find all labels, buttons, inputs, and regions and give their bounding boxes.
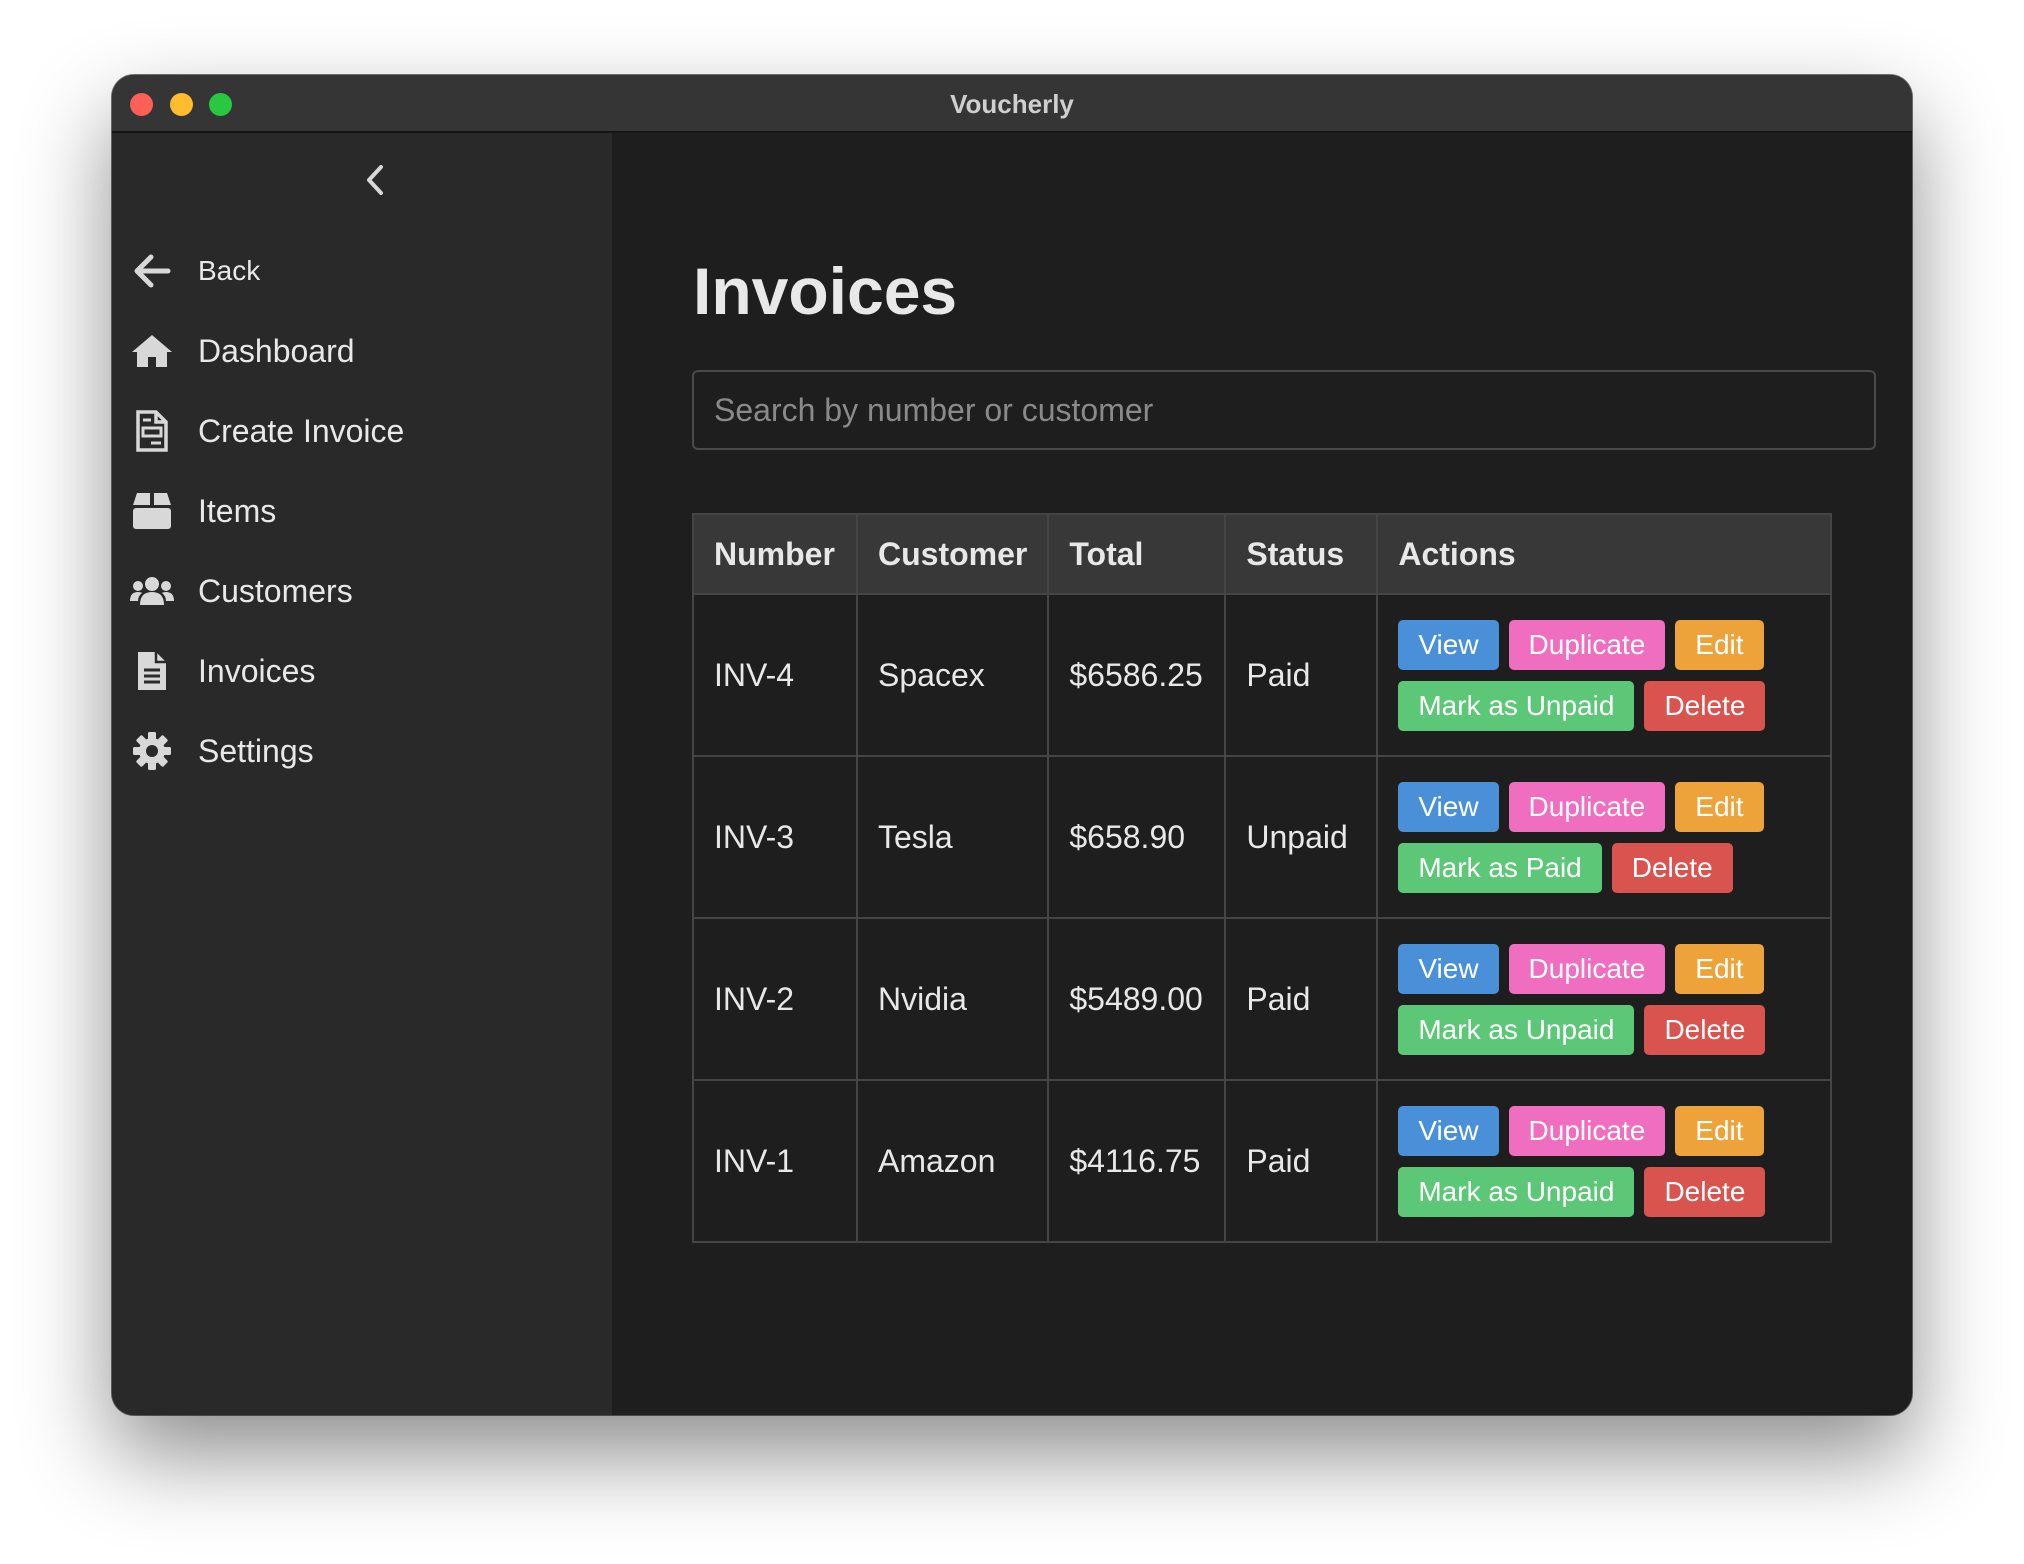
column-header-total: Total	[1047, 513, 1227, 595]
invoice-customer: Spacex	[855, 593, 1050, 757]
document-icon	[130, 649, 174, 693]
delete-button[interactable]: Delete	[1611, 842, 1733, 893]
gear-icon	[130, 729, 174, 773]
view-button[interactable]: View	[1398, 619, 1499, 670]
invoice-customer: Amazon	[855, 1079, 1050, 1243]
column-header-status: Status	[1224, 513, 1379, 595]
sidebar-item-label: Dashboard	[198, 332, 355, 369]
search-input[interactable]	[692, 370, 1876, 450]
app-window: Voucherly Back Dashboard Create Invoice …	[112, 75, 1912, 1415]
mark-status-button[interactable]: Mark as Unpaid	[1398, 680, 1635, 731]
column-header-number: Number	[692, 513, 858, 595]
sidebar-item-label: Items	[198, 492, 277, 529]
invoice-status: Paid	[1224, 593, 1379, 757]
sidebar: Back Dashboard Create Invoice Items Cust…	[112, 133, 612, 1415]
mark-status-button[interactable]: Mark as Unpaid	[1398, 1166, 1635, 1217]
edit-button[interactable]: Edit	[1675, 619, 1764, 670]
sidebar-item-items[interactable]: Items	[130, 481, 590, 541]
invoice-status: Unpaid	[1224, 755, 1379, 919]
users-icon	[130, 569, 174, 613]
view-button[interactable]: View	[1398, 943, 1499, 994]
view-button[interactable]: View	[1398, 1105, 1499, 1156]
sidebar-item-customers[interactable]: Customers	[130, 561, 590, 621]
invoice-status: Paid	[1224, 917, 1379, 1081]
home-icon	[130, 329, 174, 373]
sidebar-item-label: Back	[198, 255, 261, 286]
main-content: Invoices Number Customer Total Status Ac…	[612, 133, 1912, 1415]
view-button[interactable]: View	[1398, 781, 1499, 832]
sidebar-item-create-invoice[interactable]: Create Invoice	[130, 401, 590, 461]
sidebar-item-back[interactable]: Back	[130, 241, 590, 301]
column-header-actions: Actions	[1376, 513, 1832, 595]
table-header-row: Number Customer Total Status Actions	[692, 513, 1832, 595]
sidebar-item-label: Invoices	[198, 652, 316, 689]
invoice-actions: View Duplicate Edit Mark as Unpaid Delet…	[1376, 1079, 1832, 1243]
mark-status-button[interactable]: Mark as Paid	[1398, 842, 1602, 893]
box-icon	[130, 489, 174, 533]
sidebar-item-invoices[interactable]: Invoices	[130, 641, 590, 701]
edit-button[interactable]: Edit	[1675, 943, 1764, 994]
sidebar-item-label: Settings	[198, 732, 314, 769]
invoice-total: $5489.00	[1047, 917, 1227, 1081]
title-bar: Voucherly	[112, 75, 1912, 133]
collapse-sidebar-button[interactable]	[350, 155, 400, 205]
sidebar-item-label: Customers	[198, 572, 353, 609]
table-row: INV-3 Tesla $658.90 Unpaid View Duplicat…	[692, 755, 1832, 919]
sidebar-item-settings[interactable]: Settings	[130, 721, 590, 781]
invoice-number: INV-1	[692, 1079, 858, 1243]
invoice-status: Paid	[1224, 1079, 1379, 1243]
sidebar-item-label: Create Invoice	[198, 412, 405, 449]
window-title: Voucherly	[950, 89, 1074, 119]
invoice-actions: View Duplicate Edit Mark as Paid Delete	[1376, 755, 1832, 919]
table-row: INV-4 Spacex $6586.25 Paid View Duplicat…	[692, 593, 1832, 757]
mark-status-button[interactable]: Mark as Unpaid	[1398, 1004, 1635, 1055]
table-row: INV-2 Nvidia $5489.00 Paid View Duplicat…	[692, 917, 1832, 1081]
delete-button[interactable]: Delete	[1644, 680, 1766, 731]
invoice-customer: Nvidia	[855, 917, 1050, 1081]
invoice-total: $658.90	[1047, 755, 1227, 919]
invoice-number: INV-2	[692, 917, 858, 1081]
invoice-customer: Tesla	[855, 755, 1050, 919]
invoice-total: $4116.75	[1047, 1079, 1227, 1243]
chevron-left-icon	[367, 165, 383, 195]
sidebar-item-dashboard[interactable]: Dashboard	[130, 321, 590, 381]
duplicate-button[interactable]: Duplicate	[1508, 619, 1666, 670]
duplicate-button[interactable]: Duplicate	[1508, 781, 1666, 832]
edit-button[interactable]: Edit	[1675, 781, 1764, 832]
duplicate-button[interactable]: Duplicate	[1508, 1105, 1666, 1156]
invoice-actions: View Duplicate Edit Mark as Unpaid Delet…	[1376, 593, 1832, 757]
column-header-customer: Customer	[855, 513, 1050, 595]
delete-button[interactable]: Delete	[1644, 1004, 1766, 1055]
edit-button[interactable]: Edit	[1675, 1105, 1764, 1156]
table-row: INV-1 Amazon $4116.75 Paid View Duplicat…	[692, 1079, 1832, 1243]
page-title: Invoices	[693, 254, 958, 328]
delete-button[interactable]: Delete	[1644, 1166, 1766, 1217]
invoice-actions: View Duplicate Edit Mark as Unpaid Delet…	[1376, 917, 1832, 1081]
invoice-form-icon	[130, 409, 174, 453]
invoice-number: INV-4	[692, 593, 858, 757]
invoice-total: $6586.25	[1047, 593, 1227, 757]
invoices-table: Number Customer Total Status Actions INV…	[692, 513, 1832, 1243]
invoice-number: INV-3	[692, 755, 858, 919]
duplicate-button[interactable]: Duplicate	[1508, 943, 1666, 994]
arrow-left-icon	[130, 249, 174, 293]
